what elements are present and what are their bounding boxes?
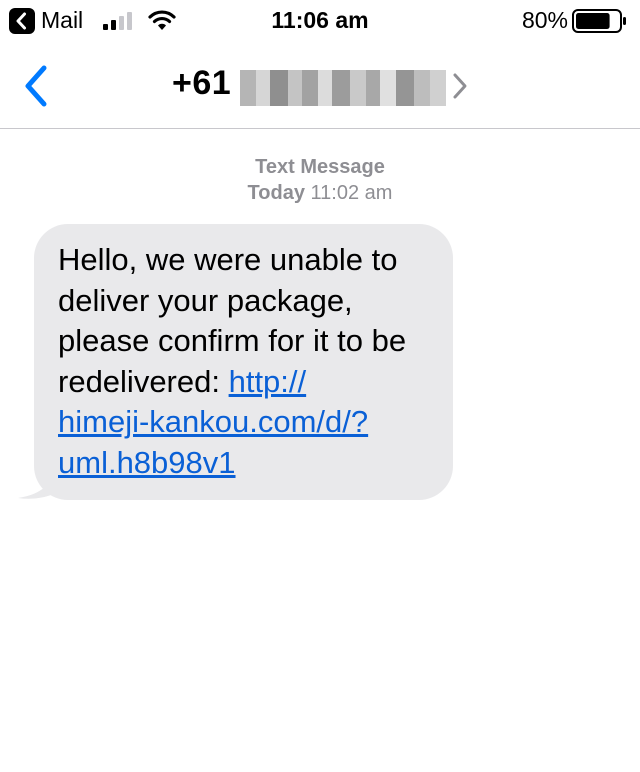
message-time: 11:02 am xyxy=(310,182,393,204)
redacted-number xyxy=(240,70,446,106)
contact-number-prefix[interactable]: +61 xyxy=(172,64,231,103)
back-chevron-icon[interactable] xyxy=(22,64,50,108)
battery-percentage: 80% xyxy=(521,7,568,33)
incoming-message-bubble[interactable]: Hello, we were unable to deliver your pa… xyxy=(34,224,453,500)
contact-details-chevron-icon[interactable] xyxy=(452,72,468,100)
message-day: Today xyxy=(247,182,305,204)
message-type-label: Text Message xyxy=(255,156,385,178)
message-timestamp: Today 11:02 am xyxy=(0,182,640,205)
battery-icon xyxy=(572,9,626,33)
status-bar: Mail 11:06 am 80% xyxy=(0,0,640,42)
conversation-header: +61 xyxy=(0,42,640,129)
message-body: Hello, we were unable to deliver your pa… xyxy=(58,240,443,483)
